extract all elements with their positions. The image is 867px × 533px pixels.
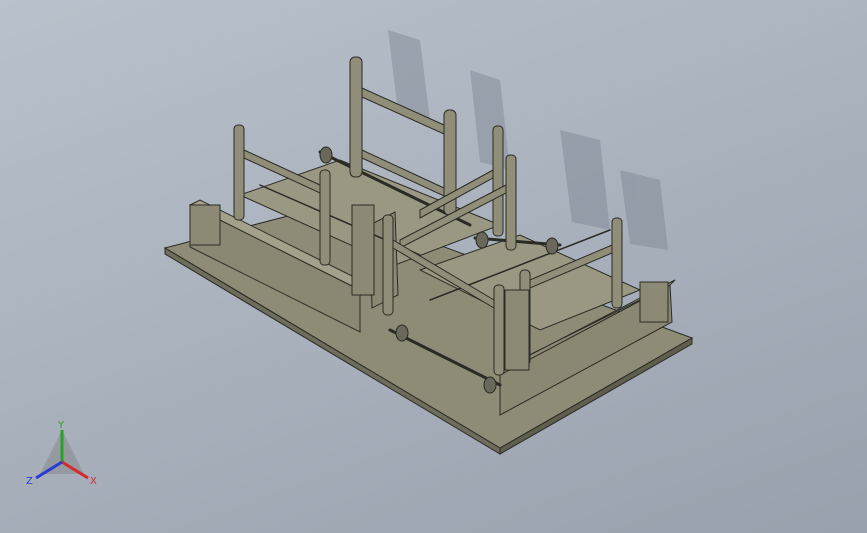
z-axis-label: Z <box>26 476 33 487</box>
y-axis-label: Y <box>57 420 65 431</box>
orientation-triad[interactable]: Y X Z <box>22 418 112 498</box>
assembly-model[interactable] <box>0 0 867 533</box>
x-axis-label: X <box>90 476 97 487</box>
3d-viewport[interactable]: Y X Z <box>0 0 867 533</box>
